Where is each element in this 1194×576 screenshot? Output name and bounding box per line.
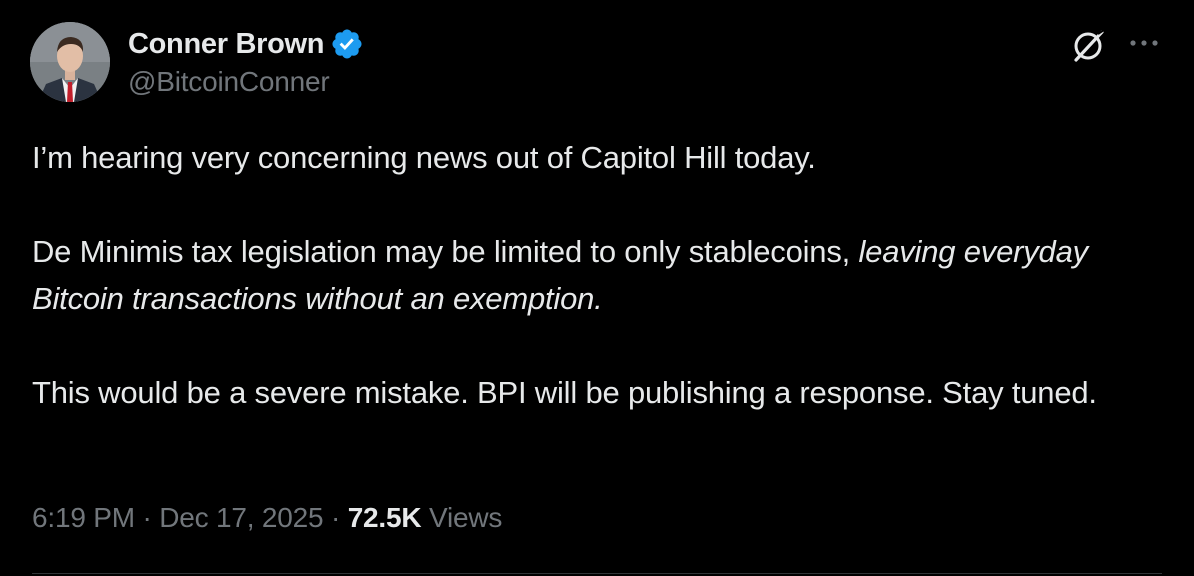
avatar-image [30,22,110,102]
meta-separator: · [330,502,341,533]
views-count[interactable]: 72.5K [348,502,422,533]
tweet-meta: 6:19 PM · Dec 17, 2025 · 72.5K Views [32,502,502,534]
tweet-card: Conner Brown @BitcoinConner I’m hearing … [0,0,1194,576]
more-icon[interactable] [1124,30,1164,56]
avatar[interactable] [30,22,110,102]
verified-badge-icon[interactable] [330,27,364,61]
tweet-time[interactable]: 6:19 PM [32,502,135,533]
tweet-text: I’m hearing very concerning news out of … [32,134,1162,416]
tweet-paragraph-1: I’m hearing very concerning news out of … [32,140,816,175]
views-label: Views [429,502,503,533]
tweet-paragraph-2-regular: De Minimis tax legislation may be limite… [32,234,859,269]
meta-separator: · [142,502,152,533]
grok-icon[interactable] [1068,26,1108,66]
author-handle[interactable]: @BitcoinConner [128,66,330,98]
divider [32,573,1162,574]
tweet-paragraph-3: This would be a severe mistake. BPI will… [32,375,1097,410]
author-name-row: Conner Brown [128,26,364,62]
tweet-date[interactable]: Dec 17, 2025 [159,502,323,533]
tweet-paragraph-2: De Minimis tax legislation may be limite… [32,228,1162,322]
author-name[interactable]: Conner Brown [128,28,324,61]
